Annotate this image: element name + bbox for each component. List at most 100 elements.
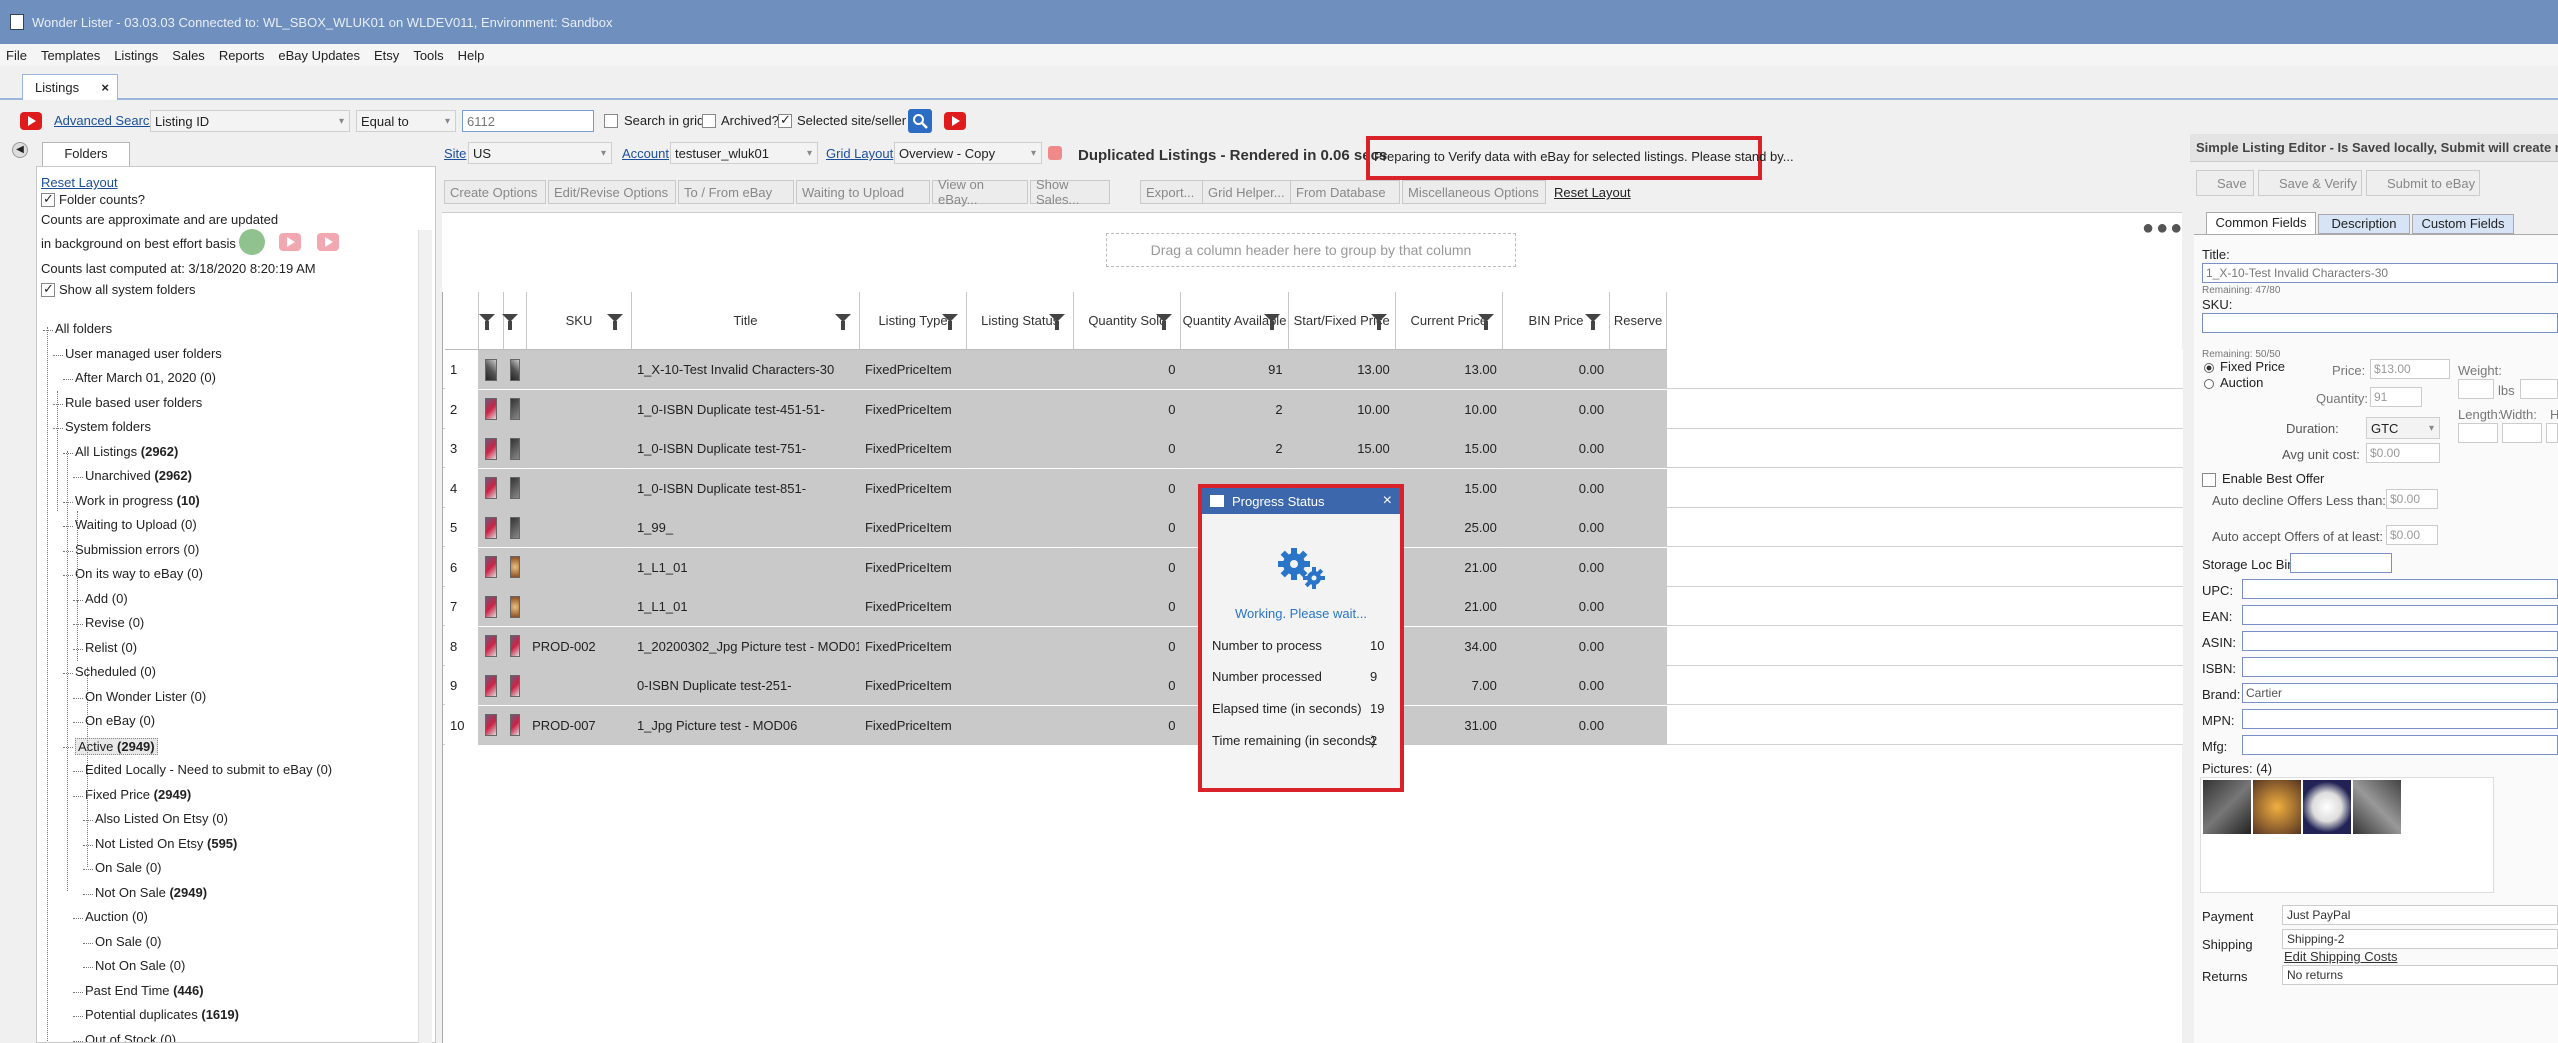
table-row[interactable]: 3 1_0-ISBN Duplicate test-751- FixedPriceI…: [443, 429, 2183, 468]
menu-listings[interactable]: Listings: [114, 48, 158, 63]
listing-status-header[interactable]: Listing Status: [967, 292, 1075, 350]
filter-icon[interactable]: [1477, 314, 1494, 330]
folder-tree-item[interactable]: Waiting to Upload (0): [75, 517, 197, 532]
filter-icon[interactable]: [606, 314, 623, 330]
auto-accept-input[interactable]: $0.00: [2386, 525, 2438, 545]
listing-thumbnail[interactable]: [510, 398, 521, 420]
folder-tree-item[interactable]: Out of Stock (0): [85, 1032, 176, 1043]
listing-thumbnail[interactable]: [510, 477, 521, 499]
menu-tools[interactable]: Tools: [413, 48, 443, 63]
listing-thumbnail[interactable]: [485, 477, 498, 499]
tab-description[interactable]: Description: [2318, 214, 2410, 234]
table-row[interactable]: 2 1_0-ISBN Duplicate test-451-51- FixedPri…: [443, 389, 2183, 429]
play-icon[interactable]: [1048, 146, 1062, 160]
tab-custom-fields[interactable]: Custom Fields: [2412, 214, 2514, 234]
filter-icon[interactable]: [1156, 314, 1173, 330]
selected-site-checkbox[interactable]: [778, 112, 792, 128]
auction-radio[interactable]: [2204, 379, 2214, 389]
brand-input[interactable]: Cartier: [2242, 683, 2558, 703]
quantity-input[interactable]: 91: [2370, 387, 2422, 407]
mpn-input[interactable]: [2242, 709, 2558, 729]
tab-folders[interactable]: Folders: [42, 142, 130, 166]
folder-tree-item[interactable]: Work in progress (10): [75, 493, 200, 508]
grid-helper-button[interactable]: Grid Helper...: [1202, 180, 1292, 204]
filter-icon[interactable]: [1585, 314, 1602, 330]
search-button[interactable]: [908, 109, 932, 133]
weight-oz-input[interactable]: [2520, 379, 2558, 399]
grid-layout-label[interactable]: Grid Layout: [826, 146, 893, 161]
payment-select[interactable]: Just PayPal: [2282, 905, 2558, 925]
filter-icon[interactable]: [942, 314, 959, 330]
menu-reports[interactable]: Reports: [219, 48, 265, 63]
picture-thumb-4[interactable]: [2353, 780, 2401, 834]
video-help-icon-3[interactable]: [279, 233, 301, 251]
filter-icon[interactable]: [1049, 314, 1066, 330]
folder-counts-checkbox[interactable]: [41, 191, 55, 207]
listing-thumbnail[interactable]: [510, 714, 521, 736]
fixed-price-radio[interactable]: [2204, 363, 2214, 373]
edit-revise-options-button[interactable]: Edit/Revise Options: [548, 180, 676, 204]
menu-templates[interactable]: Templates: [41, 48, 100, 63]
listing-thumbnail[interactable]: [485, 635, 498, 657]
menu-etsy[interactable]: Etsy: [374, 48, 399, 63]
filter-icon[interactable]: [834, 314, 851, 330]
folder-tree-item[interactable]: On its way to eBay (0): [75, 566, 203, 581]
search-in-grid-checkbox[interactable]: [604, 114, 618, 128]
mfg-input[interactable]: [2242, 735, 2558, 755]
filter-icon[interactable]: [502, 314, 519, 330]
site-select[interactable]: US: [468, 142, 612, 164]
submit-ebay-button[interactable]: Submit to eBay: [2366, 170, 2480, 196]
current-price-header[interactable]: Current Price: [1395, 292, 1503, 350]
width-input[interactable]: [2502, 423, 2542, 443]
title-input[interactable]: 1_X-10-Test Invalid Characters-30: [2202, 263, 2558, 283]
filter-icon[interactable]: [479, 314, 496, 330]
to-from-ebay-button[interactable]: To / From eBay: [678, 180, 794, 204]
account-select[interactable]: testuser_wluk01: [670, 142, 818, 164]
picture-thumb-2[interactable]: [2253, 780, 2301, 834]
listing-thumbnail[interactable]: [510, 595, 521, 618]
folder-tree-item[interactable]: After March 01, 2020 (0): [75, 370, 216, 385]
isbn-input[interactable]: [2242, 657, 2558, 677]
view-on-ebay-button[interactable]: View on eBay...: [932, 177, 1028, 207]
listing-thumbnail[interactable]: [510, 674, 521, 697]
dialog-close-icon[interactable]: ×: [1383, 492, 1392, 510]
search-field-select[interactable]: Listing ID: [150, 110, 350, 132]
upc-input[interactable]: [2242, 579, 2558, 599]
reset-layout-link[interactable]: Reset Layout: [41, 175, 118, 190]
operator-select[interactable]: Equal to: [356, 110, 456, 132]
bin-price-header[interactable]: BIN Price: [1502, 292, 1611, 350]
misc-options-button[interactable]: Miscellaneous Options: [1402, 180, 1546, 204]
show-system-folders-checkbox[interactable]: [41, 281, 55, 297]
reset-layout-toolbar-link[interactable]: Reset Layout: [1554, 185, 1631, 200]
sku-header[interactable]: SKU: [527, 292, 632, 350]
folder-tree-item[interactable]: On Sale (0): [95, 860, 162, 875]
folder-tree-item[interactable]: Potential duplicates (1619): [85, 1007, 239, 1022]
folder-tree-item[interactable]: On Sale (0): [95, 934, 162, 949]
listing-thumbnail[interactable]: [485, 398, 498, 420]
folder-tree-item[interactable]: Add (0): [85, 591, 128, 606]
video-help-icon-2[interactable]: [944, 112, 966, 130]
menu-file[interactable]: File: [6, 48, 27, 63]
folder-tree-item[interactable]: Relist (0): [85, 640, 137, 655]
shipping-select[interactable]: Shipping-2: [2282, 929, 2558, 949]
listing-thumbnail[interactable]: [510, 516, 521, 539]
folder-tree-item[interactable]: On Wonder Lister (0): [85, 689, 206, 704]
folder-tree-item[interactable]: Past End Time (446): [85, 983, 204, 998]
filter-icon[interactable]: [1263, 314, 1280, 330]
folder-tree-item[interactable]: Fixed Price (2949): [85, 787, 191, 802]
title-header[interactable]: Title: [631, 292, 860, 350]
listing-thumbnail[interactable]: [485, 595, 498, 618]
thumb-header-1[interactable]: [479, 292, 505, 350]
refresh-counts-icon[interactable]: [239, 229, 265, 255]
length-input[interactable]: [2458, 423, 2498, 443]
thumb-header-2[interactable]: [502, 292, 528, 350]
more-options-icon[interactable]: ●●●: [2142, 217, 2184, 240]
tab-common-fields[interactable]: Common Fields: [2206, 212, 2316, 234]
folder-tree-item[interactable]: Submission errors (0): [75, 542, 199, 557]
asin-input[interactable]: [2242, 631, 2558, 651]
row-number-header[interactable]: [445, 292, 480, 350]
returns-select[interactable]: No returns: [2282, 965, 2558, 985]
folder-tree-item[interactable]: Not On Sale (0): [95, 958, 185, 973]
video-help-icon[interactable]: [20, 112, 42, 130]
folder-tree-item[interactable]: Also Listed On Etsy (0): [95, 811, 228, 826]
